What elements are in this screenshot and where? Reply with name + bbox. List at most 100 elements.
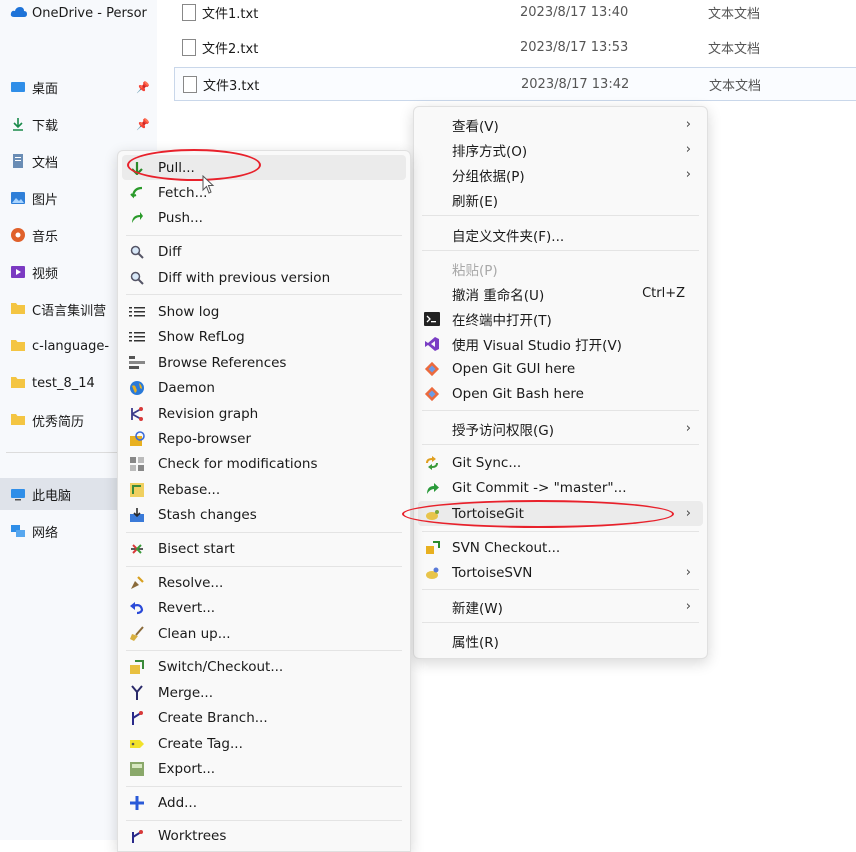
menu-item-revert[interactable]: Revert...: [118, 595, 410, 620]
menu-separator: [422, 589, 699, 590]
menu-item-sort[interactable]: 排序方式(O) ›: [414, 137, 707, 162]
git-sync-icon: [424, 455, 440, 471]
menu-item-resolve[interactable]: Resolve...: [118, 570, 410, 595]
menu-item-view[interactable]: 查看(V) ›: [414, 112, 707, 137]
nav-downloads[interactable]: 下载 📌: [10, 111, 150, 137]
text-file-icon: [182, 38, 196, 56]
menu-label: 排序方式(O): [452, 143, 528, 160]
menu-item-show-reflog[interactable]: Show RefLog: [118, 324, 410, 349]
menu-label: Clean up...: [158, 625, 231, 642]
menu-item-tortoisesvn[interactable]: TortoiseSVN ›: [414, 560, 707, 585]
menu-item-check-modifications[interactable]: Check for modifications: [118, 451, 410, 476]
menu-item-tortoisegit[interactable]: TortoiseGit ›: [418, 501, 703, 526]
log-icon: [129, 304, 145, 320]
pull-icon: [129, 160, 145, 176]
menu-item-git-gui[interactable]: Open Git GUI here: [414, 356, 707, 381]
tortoisegit-icon: [424, 506, 440, 522]
file-row-selected[interactable]: 文件3.txt 2023/8/17 13:42 文本文档: [174, 67, 856, 101]
chevron-right-icon: ›: [685, 421, 691, 436]
menu-item-browse-references[interactable]: Browse References: [118, 350, 410, 375]
menu-item-git-commit[interactable]: Git Commit -> "master"...: [414, 475, 707, 500]
check-modifications-icon: [129, 456, 145, 472]
menu-item-pull[interactable]: Pull...: [122, 155, 406, 180]
menu-item-customize[interactable]: 自定义文件夹(F)...: [414, 222, 707, 247]
menu-item-bisect[interactable]: Bisect start: [118, 536, 410, 561]
menu-item-switch-checkout[interactable]: Switch/Checkout...: [118, 654, 410, 679]
menu-item-refresh[interactable]: 刷新(E): [414, 187, 707, 212]
resolve-icon: [129, 575, 145, 591]
file-type: 文本文档: [708, 6, 761, 22]
menu-label: 查看(V): [452, 118, 499, 135]
network-icon: [10, 523, 26, 539]
file-row[interactable]: 文件2.txt 2023/8/17 13:53 文本文档: [174, 30, 856, 64]
menu-item-stash[interactable]: Stash changes: [118, 502, 410, 527]
menu-label: Switch/Checkout...: [158, 658, 284, 675]
menu-item-group[interactable]: 分组依据(P) ›: [414, 162, 707, 187]
menu-label: Diff with previous version: [158, 269, 331, 286]
references-icon: [129, 355, 145, 371]
file-type: 文本文档: [708, 41, 761, 57]
nav-desktop[interactable]: 桌面 📌: [10, 74, 150, 100]
menu-item-create-tag[interactable]: Create Tag...: [118, 731, 410, 756]
menu-label: 分组依据(P): [452, 168, 525, 185]
branch-icon: [129, 710, 145, 726]
nav-label: test_8_14: [32, 375, 95, 391]
nav-onedrive[interactable]: OneDrive - Persor: [10, 0, 150, 26]
menu-item-daemon[interactable]: Daemon: [118, 375, 410, 400]
menu-item-paste[interactable]: 粘贴(P): [414, 256, 707, 281]
menu-item-diff[interactable]: Diff: [118, 239, 410, 264]
menu-item-add[interactable]: Add...: [118, 790, 410, 815]
menu-item-terminal[interactable]: 在终端中打开(T): [414, 306, 707, 331]
nav-label: OneDrive - Persor: [32, 5, 147, 21]
menu-separator: [126, 650, 402, 651]
menu-item-diff-previous[interactable]: Diff with previous version: [118, 265, 410, 290]
folder-icon: [10, 375, 26, 391]
menu-item-cleanup[interactable]: Clean up...: [118, 621, 410, 646]
magnifier-icon: [129, 270, 145, 286]
menu-item-visual-studio[interactable]: 使用 Visual Studio 打开(V): [414, 331, 707, 356]
menu-label: TortoiseGit: [452, 505, 524, 522]
commit-arrow-icon: [424, 480, 440, 496]
menu-separator: [126, 786, 402, 787]
menu-item-grant-access[interactable]: 授予访问权限(G) ›: [414, 416, 707, 441]
pin-icon[interactable]: 📌: [136, 81, 150, 94]
menu-item-git-bash[interactable]: Open Git Bash here: [414, 381, 707, 406]
menu-item-git-sync[interactable]: Git Sync...: [414, 450, 707, 475]
menu-separator: [422, 250, 699, 251]
menu-item-show-log[interactable]: Show log: [118, 299, 410, 324]
music-icon: [10, 227, 26, 243]
menu-item-fetch[interactable]: Fetch...: [118, 180, 410, 205]
menu-label: Daemon: [158, 379, 215, 396]
menu-item-rebase[interactable]: Rebase...: [118, 477, 410, 502]
menu-label: Show RefLog: [158, 328, 245, 345]
menu-label: Stash changes: [158, 506, 257, 523]
menu-label: SVN Checkout...: [452, 539, 561, 556]
nav-label: 图片: [32, 192, 59, 208]
menu-item-export[interactable]: Export...: [118, 756, 410, 781]
menu-item-properties[interactable]: 属性(R): [414, 628, 707, 653]
file-type: 文本文档: [709, 78, 762, 94]
menu-separator: [126, 820, 402, 821]
menu-item-repo-browser[interactable]: Repo-browser: [118, 426, 410, 451]
file-row[interactable]: 文件1.txt 2023/8/17 13:40 文本文档: [174, 0, 856, 29]
pin-icon[interactable]: 📌: [136, 118, 150, 131]
menu-item-merge[interactable]: Merge...: [118, 680, 410, 705]
rebase-icon: [129, 482, 145, 498]
menu-label: Bisect start: [158, 540, 235, 557]
nav-label: 音乐: [32, 229, 59, 245]
folder-icon: [10, 412, 26, 428]
menu-label: Open Git GUI here: [452, 360, 576, 377]
menu-item-worktrees[interactable]: Worktrees: [118, 823, 410, 848]
menu-item-create-branch[interactable]: Create Branch...: [118, 705, 410, 730]
nav-label: 此电脑: [32, 488, 72, 504]
menu-item-undo[interactable]: 撤消 重命名(U) Ctrl+Z: [414, 281, 707, 306]
menu-item-push[interactable]: Push...: [118, 205, 410, 230]
worktree-icon: [129, 828, 145, 844]
menu-item-svn-checkout[interactable]: SVN Checkout...: [414, 535, 707, 560]
folder-icon: [10, 338, 26, 354]
menu-item-revision-graph[interactable]: Revision graph: [118, 401, 410, 426]
menu-label: 刷新(E): [452, 193, 499, 210]
menu-label: 撤消 重命名(U): [452, 287, 545, 304]
menu-item-new[interactable]: 新建(W) ›: [414, 594, 707, 619]
repo-browser-icon: [129, 430, 145, 447]
